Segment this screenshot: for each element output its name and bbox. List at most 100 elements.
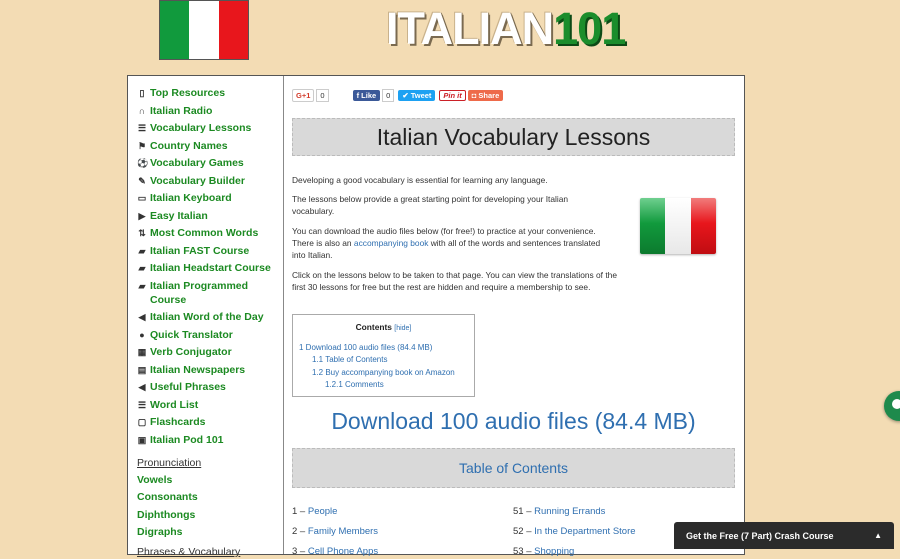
newspaper-icon: ▤ (137, 364, 147, 375)
sidebar-item-italian-radio[interactable]: ∩ Italian Radio (128, 104, 283, 118)
headphones-icon: ∩ (138, 105, 146, 116)
sidebar-item-label: Italian Programmed Course (150, 279, 249, 306)
sidebar-item-label: Italian Pod 101 (150, 433, 224, 446)
facebook-like-count: 0 (382, 89, 395, 102)
chat-widget-button[interactable] (884, 391, 900, 421)
sidebar-item-consonants[interactable]: Consonants (128, 490, 283, 504)
id-card-icon: ▣ (137, 434, 147, 445)
like-label: Like (361, 91, 377, 100)
google-plus-count: 0 (316, 89, 329, 102)
sidebar-item-italian-pod-101[interactable]: ▣ Italian Pod 101 (128, 433, 283, 447)
lesson-link-3[interactable]: 3 – Cell Phone Apps (292, 546, 378, 557)
toc-title: Contents (355, 322, 392, 332)
toc-link-download[interactable]: 1 Download 100 audio files (84.4 MB) (299, 343, 432, 353)
sidebar-item-label: Quick Translator (150, 328, 233, 341)
bookmark-icon: ▯ (139, 88, 145, 98)
sidebar-item-label: Easy Italian (150, 209, 208, 222)
flag-icon: ⚑ (137, 140, 147, 151)
table-of-contents-box: Contents [hide] 1 Download 100 audio fil… (292, 314, 475, 397)
sidebar-item-country-names[interactable]: ⚑ Country Names (128, 139, 283, 153)
sidebar-item-label: Italian Word of the Day (150, 311, 264, 323)
site-logo[interactable]: ITALIAN101 (386, 3, 626, 54)
sidebar-item-italian-fast-course[interactable]: ▰ Italian FAST Course (128, 244, 283, 258)
lesson-link-51[interactable]: 51 – Running Errands (513, 506, 605, 517)
pinterest-button[interactable]: Pin it (439, 90, 466, 101)
download-heading: Download 100 audio files (84.4 MB) (331, 408, 696, 434)
sidebar-item-italian-newspapers[interactable]: ▤ Italian Newspapers (128, 363, 283, 377)
sidebar-item-vocabulary-games[interactable]: ⚽ Vocabulary Games (128, 156, 283, 170)
social-share-bar: G+1 0 f Like 0 ✔ Tweet Pin it ◘ Share (292, 89, 504, 102)
page-title: Italian Vocabulary Lessons (292, 118, 735, 156)
lesson-link-1[interactable]: 1 – People (292, 506, 337, 517)
share-label: Share (478, 91, 500, 100)
intro-paragraph-4: Click on the lessons below to be taken t… (292, 270, 617, 292)
sidebar-item-top-resources[interactable]: ▯ Top Resources (128, 86, 283, 100)
sidebar-item-digraphs[interactable]: Digraphs (128, 525, 283, 539)
sidebar-item-label: Vocabulary Builder (150, 174, 245, 187)
sidebar-item-word-list[interactable]: ☰ Word List (128, 398, 283, 412)
sidebar-item-most-common-words[interactable]: ⇅ Most Common Words (128, 226, 283, 240)
comment-icon: ● (139, 329, 145, 340)
sidebar-item-label: Italian FAST Course (150, 244, 250, 257)
crash-course-label: Get the Free (7 Part) Crash Course (686, 530, 834, 541)
list-icon: ☰ (137, 123, 147, 133)
content-frame: ▯ Top Resources ∩ Italian Radio ☰ Vocabulary … (127, 75, 745, 558)
sidebar-item-italian-word-of-the-day[interactable]: ◀ Italian Word of the Day (128, 310, 283, 324)
toc-hide-link[interactable]: [hide] (394, 325, 411, 332)
sidebar-item-vocabulary-lessons[interactable]: ☰ Vocabulary Lessons (128, 121, 283, 135)
table-of-contents-heading: Table of Contents (292, 448, 735, 488)
sidebar-item-label: Country Names (150, 139, 228, 152)
flag-red-stripe (218, 1, 248, 59)
logo-number: 101 (553, 3, 626, 54)
volume-icon: ◀ (138, 382, 146, 392)
accompanying-book-link[interactable]: accompanying book (354, 238, 429, 248)
lesson-link-53[interactable]: 53 – Shopping (513, 546, 574, 557)
sidebar-item-label: Italian Headstart Course (150, 262, 271, 274)
keyboard-icon: ▭ (137, 193, 147, 203)
sidebar-item-label: Verb Conjugator (150, 346, 232, 358)
italian-flag-image (640, 198, 716, 254)
sidebar-item-label: Word List (150, 398, 199, 411)
toc-link-buy-book[interactable]: 1.2 Buy accompanying book on Amazon (312, 368, 455, 378)
lesson-link-2[interactable]: 2 – Family Members (292, 526, 378, 537)
book-icon: ▰ (138, 263, 146, 273)
sidebar-item-italian-headstart-course[interactable]: ▰ Italian Headstart Course (128, 261, 283, 275)
sidebar-item-easy-italian[interactable]: ▶ Easy Italian (128, 209, 283, 223)
toc-link-comments[interactable]: 1.2.1 Comments (325, 380, 384, 390)
list-icon: ☰ (137, 399, 147, 410)
lesson-link-52[interactable]: 52 – In the Department Store (513, 526, 636, 537)
sidebar-item-useful-phrases[interactable]: ◀ Useful Phrases (128, 380, 283, 394)
sidebar-item-label: Italian Keyboard (150, 192, 232, 204)
book-icon: ▰ (138, 245, 146, 256)
facebook-like-button[interactable]: f Like (352, 90, 381, 101)
sidebar-item-italian-keyboard[interactable]: ▭ Italian Keyboard (128, 191, 283, 205)
sidebar-item-label: Vocabulary Lessons (150, 122, 252, 134)
sidebar-item-vocabulary-builder[interactable]: ✎ Vocabulary Builder (128, 174, 283, 188)
sidebar: ▯ Top Resources ∩ Italian Radio ☰ Vocabulary … (128, 76, 284, 558)
main-content: G+1 0 f Like 0 ✔ Tweet Pin it ◘ Share It… (284, 76, 744, 557)
sidebar-section-pronunciation: Pronunciation (137, 456, 202, 469)
tweet-button[interactable]: ✔ Tweet (398, 90, 436, 101)
flag-white-stripe (189, 1, 219, 59)
crash-course-popup-bar[interactable]: Get the Free (7 Part) Crash Course ▲ (674, 522, 894, 549)
logo-text: ITALIAN (386, 3, 554, 54)
italian-flag-logo[interactable] (160, 1, 248, 59)
sidebar-item-quick-translator[interactable]: ● Quick Translator (128, 328, 283, 342)
square-icon: ▢ (137, 417, 147, 427)
sort-icon: ⇅ (138, 228, 146, 238)
sidebar-item-flashcards[interactable]: ▢ Flashcards (128, 415, 283, 429)
intro-paragraph-1: Developing a good vocabulary is essentia… (292, 175, 548, 185)
intro-paragraph-2: The lessons below provide a great starti… (292, 194, 569, 216)
share-button[interactable]: ◘ Share (467, 90, 504, 101)
sidebar-item-diphthongs[interactable]: Diphthongs (128, 508, 283, 522)
sidebar-item-verb-conjugator[interactable]: ▦ Verb Conjugator (128, 345, 283, 359)
caret-up-icon[interactable]: ▲ (874, 531, 882, 540)
sidebar-item-label: Useful Phrases (150, 381, 226, 393)
edit-icon: ✎ (138, 175, 146, 186)
google-plus-button[interactable]: G+1 (292, 89, 315, 102)
flag-green-stripe (160, 1, 190, 59)
sidebar-item-vowels[interactable]: Vowels (128, 473, 283, 487)
toc-link-table-of-contents[interactable]: 1.1 Table of Contents (312, 355, 387, 365)
sidebar-item-label: Top Resources (150, 87, 226, 99)
sidebar-item-italian-programmed-course[interactable]: ▰ Italian Programmed Course (128, 279, 283, 307)
